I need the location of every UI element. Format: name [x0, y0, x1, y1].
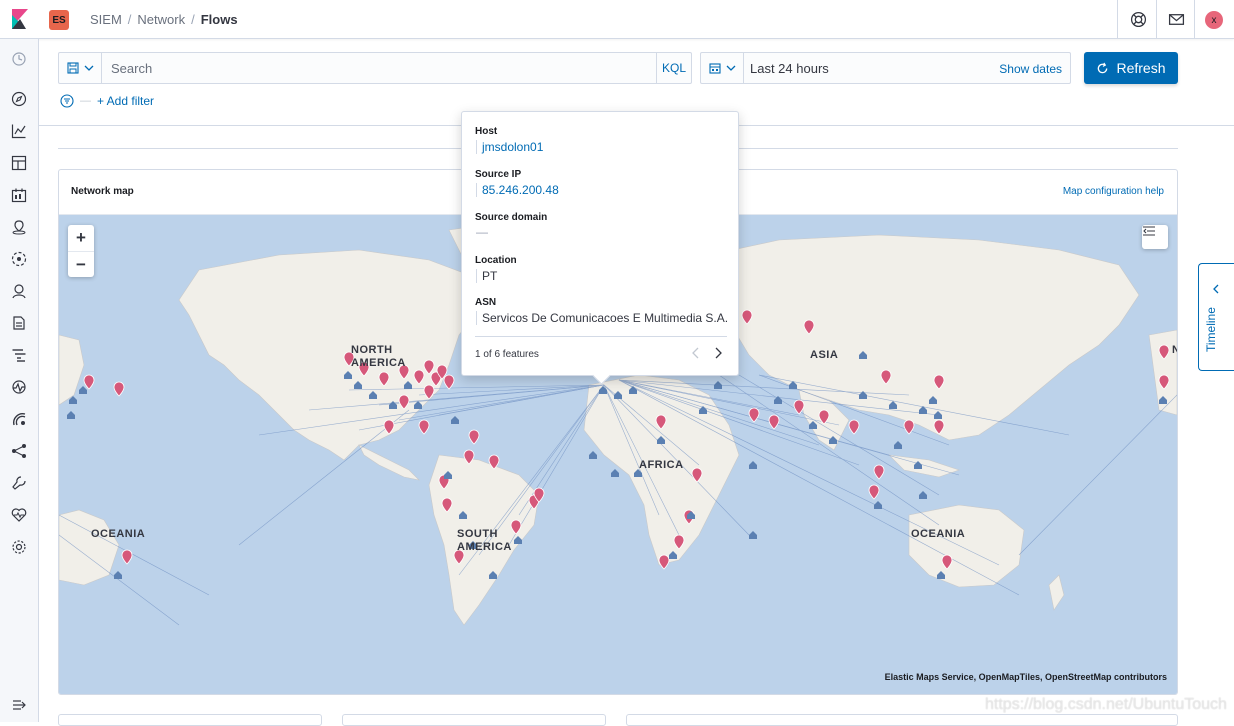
region-label-north-america: N — [1172, 344, 1177, 356]
maps-icon[interactable] — [11, 219, 27, 235]
tooltip-value-source-domain: — — [476, 225, 488, 239]
filter-options-icon[interactable] — [60, 94, 74, 108]
dashboard-icon[interactable] — [11, 155, 27, 171]
top-header: ES SIEM / Network / Flows x — [0, 0, 1234, 39]
infrastructure-icon[interactable] — [11, 283, 27, 299]
refresh-button[interactable]: Refresh — [1084, 52, 1178, 84]
saved-query-button[interactable] — [59, 53, 102, 83]
breadcrumb-separator: / — [127, 12, 132, 27]
query-language-toggle[interactable]: KQL — [656, 53, 691, 83]
watermark: https://blog.csdn.net/UbuntuTouch — [985, 696, 1227, 713]
help-icon[interactable] — [1130, 11, 1147, 28]
add-filter-button[interactable]: + Add filter — [97, 94, 154, 108]
region-label-asia: ASIA — [810, 349, 839, 361]
mail-icon[interactable] — [1168, 11, 1185, 28]
tooltip-label-location: Location — [475, 255, 517, 266]
uptime-icon[interactable] — [11, 379, 27, 395]
apm-icon[interactable] — [11, 347, 27, 363]
zoom-out-button[interactable]: − — [68, 251, 94, 277]
discover-icon[interactable] — [11, 91, 27, 107]
show-dates-link[interactable]: Show dates — [999, 62, 1062, 76]
tooltip-value-host[interactable]: jmsdolon01 — [476, 140, 543, 154]
tooltip-divider — [475, 336, 727, 337]
tooltip-value-location: PT — [476, 269, 497, 283]
tooltip-pager — [691, 347, 723, 359]
refresh-label: Refresh — [1116, 60, 1166, 76]
bottom-panel — [626, 714, 1178, 726]
chevron-left-icon[interactable] — [691, 347, 701, 359]
region-label-north-america: NORTH AMERICA — [351, 344, 406, 369]
side-navigation — [0, 39, 39, 722]
map-attribution: Elastic Maps Service, OpenMapTiles, Open… — [884, 672, 1167, 682]
date-range-text[interactable]: Last 24 hours — [750, 61, 829, 76]
bottom-panel — [58, 714, 322, 726]
avatar[interactable]: x — [1205, 11, 1223, 29]
tooltip-label-asn: ASN — [475, 297, 497, 308]
region-label-oceania: OCEANIA — [91, 528, 146, 540]
chevron-right-icon[interactable] — [713, 347, 723, 359]
region-label-oceania: OCEANIA — [911, 528, 966, 540]
region-label-south-america: SOUTH AMERICA — [457, 528, 512, 553]
refresh-icon — [1098, 62, 1108, 73]
tooltip-value-source-ip[interactable]: 85.246.200.48 — [476, 183, 559, 197]
breadcrumb-separator: / — [191, 12, 195, 27]
tooltip-label-source-ip: Source IP — [475, 169, 522, 180]
date-picker: Last 24 hours Show dates — [700, 52, 1071, 84]
quick-menu-button[interactable] — [701, 53, 744, 83]
breadcrumb-network[interactable]: Network — [137, 12, 185, 27]
monitoring-icon[interactable] — [11, 507, 27, 523]
tooltip-feature-count: 1 of 6 features — [475, 349, 539, 360]
tooltip-label-source-domain: Source domain — [475, 212, 548, 223]
tooltip-label-host: Host — [475, 126, 498, 137]
header-divider — [1117, 0, 1118, 39]
header-divider — [1156, 0, 1157, 39]
chevron-down-icon — [726, 65, 735, 71]
map-feature-tooltip: Host jmsdolon01 Source IP 85.246.200.48 … — [461, 111, 739, 376]
bottom-panel — [342, 714, 606, 726]
filter-separator: — — [80, 95, 91, 107]
chevron-down-icon — [84, 65, 93, 71]
filter-bar: — + Add filter — [60, 92, 154, 110]
collapse-layers-icon — [1143, 226, 1155, 236]
logs-icon[interactable] — [11, 315, 27, 331]
query-bar: Search KQL — [58, 52, 692, 84]
visualize-icon[interactable] — [11, 123, 27, 139]
graph-icon[interactable] — [11, 443, 27, 459]
space-badge[interactable]: ES — [49, 10, 69, 30]
collapse-menu-icon[interactable] — [11, 697, 27, 713]
search-input[interactable]: Search — [111, 61, 152, 76]
kibana-logo[interactable] — [10, 9, 30, 29]
machine-learning-icon[interactable] — [11, 251, 27, 267]
layer-control-button[interactable] — [1142, 225, 1168, 249]
management-gear-icon[interactable] — [11, 539, 27, 555]
map-configuration-help-link[interactable]: Map configuration help — [1063, 186, 1164, 197]
breadcrumb-siem[interactable]: SIEM — [90, 12, 122, 27]
chevron-left-icon — [1213, 284, 1219, 294]
timeline-label: Timeline — [1204, 307, 1218, 352]
siem-icon[interactable] — [11, 411, 27, 427]
calendar-icon — [708, 63, 721, 74]
tooltip-value-asn: Servicos De Comunicacoes E Multimedia S.… — [476, 311, 728, 325]
breadcrumb-flows: Flows — [200, 12, 238, 27]
timeline-flyout-button[interactable]: Timeline — [1198, 263, 1234, 371]
zoom-in-button[interactable]: + — [68, 225, 94, 251]
canvas-icon[interactable] — [11, 187, 27, 203]
region-label-africa: AFRICA — [639, 459, 684, 471]
zoom-control: + − — [68, 225, 94, 277]
save-icon — [66, 62, 79, 74]
panel-title: Network map — [71, 186, 134, 197]
recently-viewed-icon[interactable] — [11, 51, 27, 67]
breadcrumb: SIEM / Network / Flows — [90, 12, 238, 27]
dev-tools-icon[interactable] — [11, 475, 27, 491]
header-divider — [1194, 0, 1195, 39]
